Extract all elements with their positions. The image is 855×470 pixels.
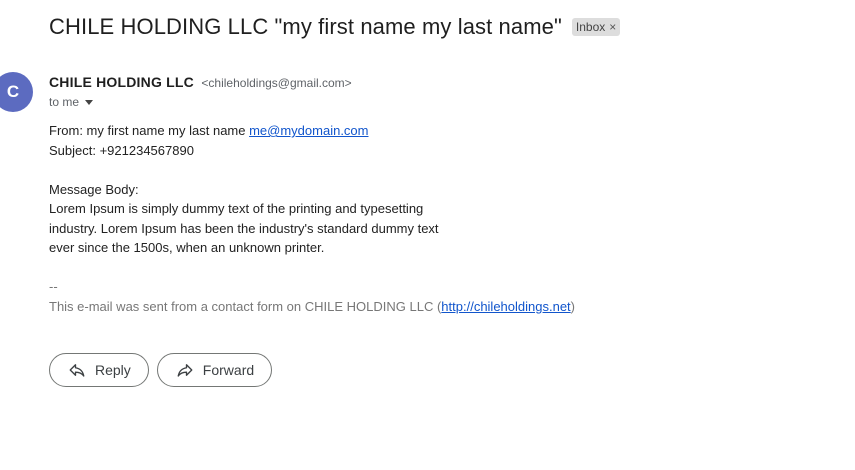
remove-label-icon[interactable]: × bbox=[609, 20, 616, 34]
email-subject: CHILE HOLDING LLC "my first name my last… bbox=[49, 14, 562, 39]
recipient-label: to me bbox=[49, 95, 80, 109]
email-header: CHILE HOLDING LLC "my first name my last… bbox=[49, 14, 621, 40]
forward-icon bbox=[177, 364, 193, 377]
sender-info: CHILE HOLDING LLC <chileholdings@gmail.c… bbox=[49, 74, 352, 92]
reply-icon bbox=[69, 364, 85, 377]
reply-label: Reply bbox=[95, 362, 131, 378]
signature-separator: -- bbox=[49, 279, 58, 294]
email-actions: Reply Forward bbox=[49, 353, 273, 387]
message-line-3: ever since the 1500s, when an unknown pr… bbox=[49, 240, 325, 255]
from-email-link[interactable]: me@mydomain.com bbox=[249, 123, 368, 138]
inbox-label-chip[interactable]: Inbox × bbox=[571, 18, 621, 36]
from-text: From: my first name my last name bbox=[49, 123, 250, 138]
sender-email: <chileholdings@gmail.com> bbox=[201, 76, 352, 90]
sender-name[interactable]: CHILE HOLDING LLC bbox=[49, 74, 194, 90]
chevron-down-icon[interactable] bbox=[85, 99, 94, 105]
forward-label: Forward bbox=[202, 362, 255, 378]
inbox-label-text: Inbox bbox=[575, 20, 606, 34]
from-line: From: my first name my last name me@mydo… bbox=[49, 121, 575, 141]
sender-avatar[interactable]: C bbox=[0, 72, 33, 112]
message-line-2: industry. Lorem Ipsum has been the indus… bbox=[49, 220, 439, 236]
subject-line: Subject: +921234567890 bbox=[49, 142, 194, 158]
footer-website-link[interactable]: http://chileholdings.net bbox=[441, 299, 570, 314]
message-heading: Message Body: bbox=[49, 181, 139, 197]
recipient-details-toggle[interactable]: to me bbox=[49, 95, 94, 109]
email-body: From: my first name my last name me@mydo… bbox=[49, 121, 575, 316]
forward-button[interactable]: Forward bbox=[156, 353, 273, 387]
footer-suffix: ) bbox=[570, 298, 576, 314]
message-line-1: Lorem Ipsum is simply dummy text of the … bbox=[49, 201, 424, 216]
reply-button[interactable]: Reply bbox=[49, 353, 149, 387]
footer-text: This e-mail was sent from a contact form… bbox=[49, 298, 442, 314]
footer-line: This e-mail was sent from a contact form… bbox=[49, 297, 575, 317]
